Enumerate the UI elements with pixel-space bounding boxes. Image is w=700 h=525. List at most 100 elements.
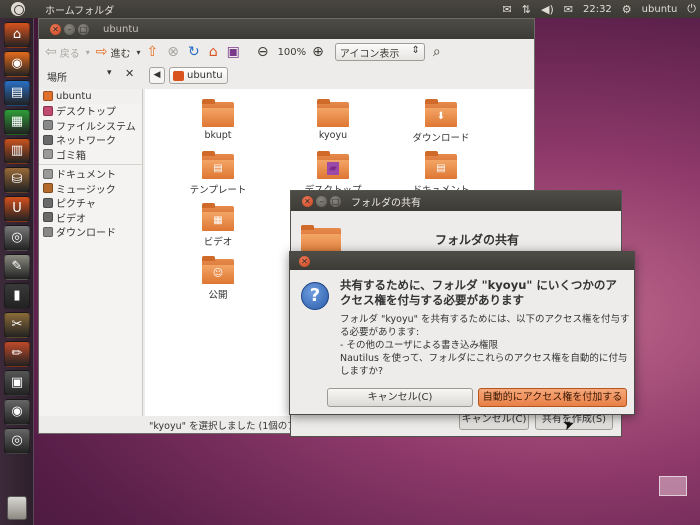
folder-item[interactable]: ▦ ビデオ	[183, 203, 253, 248]
folder-icon: ⬇	[425, 99, 457, 127]
computer-button[interactable]: ▣	[227, 44, 243, 60]
location-row: 場所 ▾ ✕ ◀ ubuntu	[39, 65, 534, 87]
minimize-button[interactable]: –	[64, 23, 75, 35]
folder-item[interactable]: kyoyu	[298, 99, 368, 141]
up-arrow-icon: ⇧	[146, 44, 159, 60]
titlebar[interactable]: ✕ – □ ubuntu	[39, 19, 534, 39]
calc-icon[interactable]: ▦	[4, 109, 30, 135]
body-line: しますか?	[340, 366, 384, 377]
ubuntu-one-icon[interactable]: U	[4, 196, 30, 222]
impress-icon[interactable]: ▥	[4, 138, 30, 164]
back-button[interactable]: ⇦ 戻る ▾	[45, 44, 90, 60]
cancel-button[interactable]: キャンセル(C)	[327, 388, 473, 407]
sidebar-item-label: ファイルシステム	[56, 121, 136, 133]
close-sidebar-icon[interactable]: ✕	[125, 67, 134, 80]
user-name[interactable]: ubuntu	[642, 4, 678, 15]
sidebar-item-label: ミュージック	[56, 184, 116, 196]
zoom-out-button[interactable]: ⊖	[257, 44, 272, 60]
folder-icon	[317, 99, 349, 127]
disc2-icon[interactable]: ◎	[4, 428, 30, 454]
folder-label: 公開	[208, 290, 228, 301]
firefox-icon[interactable]: ◉	[4, 51, 30, 77]
sidebar-item[interactable]: デスクトップ	[39, 104, 142, 118]
stop-button[interactable]: ⊗	[167, 44, 182, 60]
path-back-button[interactable]: ◀	[149, 67, 165, 84]
power-icon[interactable]: ⏻	[687, 2, 696, 16]
folder-icon: ▰	[317, 151, 349, 179]
zoom-in-icon: ⊕	[312, 44, 324, 60]
network-icon	[43, 134, 53, 145]
stop-icon: ⊗	[167, 44, 179, 60]
tools-icon[interactable]: ✂	[4, 312, 30, 338]
folder-item[interactable]: ☺ 公開	[183, 256, 253, 301]
close-button[interactable]: ✕	[302, 195, 313, 207]
window-title: ホームフォルダ	[45, 5, 115, 17]
system-monitor-icon[interactable]: ▣	[4, 370, 30, 396]
auto-grant-permissions-button[interactable]: 自動的にアクセス権を付加する	[478, 388, 627, 407]
folder-icon: ☺	[202, 256, 234, 284]
confirm-body: フォルダ "kyoyu" を共有するためには、以下のアクセス権を付与す る必要が…	[340, 313, 630, 378]
forward-button[interactable]: ⇨ 進む ▾	[96, 44, 141, 60]
close-button[interactable]: ✕	[299, 255, 310, 267]
toolbar: ⇦ 戻る ▾ ⇨ 進む ▾ ⇧ ⊗ ↻ ⌂ ▣ ⊖ 100% ⊕ アイコン表示 ⇕ ⌕	[39, 39, 534, 65]
zoom-out-icon: ⊖	[256, 44, 269, 60]
sidebar-item[interactable]: ドキュメント	[39, 167, 142, 182]
trash-icon[interactable]	[7, 496, 27, 520]
sidebar-item[interactable]: ubuntu	[39, 89, 142, 104]
minimize-button[interactable]: –	[316, 195, 327, 207]
workspace-switcher[interactable]	[659, 476, 687, 496]
sidebar-item[interactable]: ダウンロード	[39, 225, 142, 239]
sidebar-item[interactable]: ミュージック	[39, 181, 142, 196]
computer-icon: ▣	[226, 44, 240, 60]
crayons-icon[interactable]: ✏	[4, 341, 30, 367]
view-mode-select[interactable]: アイコン表示 ⇕	[334, 43, 425, 61]
software-center-icon[interactable]: ⛁	[4, 167, 30, 193]
pictures-icon	[43, 197, 53, 208]
zoom-in-button[interactable]: ⊕	[312, 44, 327, 60]
back-arrow-icon: ⇦	[45, 44, 57, 60]
system-tray: ✉ ⇅ ◀) ✉ 22:32 ⚙ ubuntu ⏻	[503, 0, 696, 18]
close-button[interactable]: ✕	[50, 23, 61, 35]
network-icon[interactable]: ⇅	[522, 3, 531, 16]
home-button[interactable]: ⌂	[209, 44, 221, 60]
body-line: - その他のユーザによる書き込み権限	[340, 340, 498, 351]
titlebar[interactable]: ✕ – □ フォルダの共有	[291, 191, 621, 211]
maximize-button[interactable]: □	[78, 23, 89, 35]
launcher: ⌂ ◉ ▤ ▦ ▥ ⛁ U ◎ ✎ ▮ ✂ ✏ ▣ ◉ ◎	[0, 18, 34, 525]
text-editor-icon[interactable]: ✎	[4, 254, 30, 280]
sidebar-item[interactable]: ゴミ箱	[39, 147, 142, 162]
email-icon[interactable]: ✉	[564, 3, 573, 16]
reload-button[interactable]: ↻	[188, 44, 203, 60]
sidebar-item[interactable]: ピクチャ	[39, 196, 142, 210]
camera-icon[interactable]: ◎	[4, 225, 30, 251]
writer-icon[interactable]: ▤	[4, 80, 30, 106]
maximize-button[interactable]: □	[330, 195, 341, 207]
places-dropdown-icon[interactable]: ▾	[107, 68, 112, 78]
sidebar-item[interactable]: ネットワーク	[39, 133, 142, 147]
folder-item[interactable]: ▤ テンプレート	[183, 151, 253, 196]
mail-icon[interactable]: ✉	[503, 3, 512, 16]
clock[interactable]: 22:32	[583, 4, 612, 15]
sidebar-item[interactable]: ファイルシステム	[39, 118, 142, 133]
titlebar[interactable]: ✕	[290, 252, 634, 270]
ubuntu-logo-icon[interactable]	[11, 2, 25, 16]
folder-icon: ▦	[202, 203, 234, 231]
volume-icon[interactable]: ◀)	[541, 3, 554, 16]
up-button[interactable]: ⇧	[147, 44, 162, 60]
breadcrumb-home[interactable]: ubuntu	[169, 67, 228, 84]
folder-label: テンプレート	[189, 185, 247, 196]
search-button[interactable]: ⌕	[433, 44, 444, 60]
sidebar-item[interactable]: ビデオ	[39, 210, 142, 225]
disc-icon[interactable]: ◉	[4, 399, 30, 425]
folder-icon	[202, 99, 234, 127]
body-line: Nautilus を使って、フォルダにこれらのアクセス権を自動的に付与	[340, 353, 628, 364]
folder-item[interactable]: ⬇ ダウンロード	[406, 99, 476, 144]
sidebar-item-label: ゴミ箱	[56, 150, 86, 162]
sidebar-item-label: ubuntu	[56, 90, 92, 102]
folder-item[interactable]: bkupt	[183, 99, 253, 141]
home-folder-icon[interactable]: ⌂	[4, 22, 30, 48]
sidebar-item-label: ドキュメント	[56, 170, 116, 182]
terminal-icon[interactable]: ▮	[4, 283, 30, 309]
dialog-title: フォルダの共有	[351, 197, 421, 209]
music-icon	[43, 183, 53, 194]
